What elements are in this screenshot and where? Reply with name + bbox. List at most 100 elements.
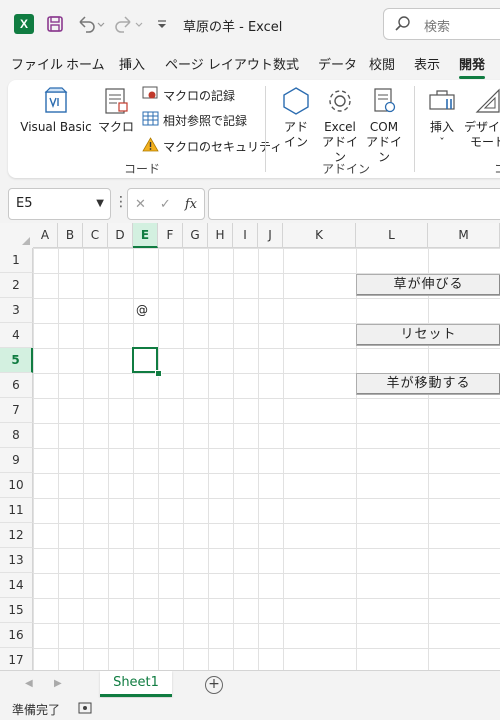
visual-basic-label: Visual Basic xyxy=(20,120,92,134)
row-header-4[interactable]: 4 xyxy=(0,323,33,348)
gear-icon xyxy=(318,86,362,116)
fill-handle[interactable] xyxy=(155,370,162,377)
column-header-e[interactable]: E xyxy=(133,223,158,248)
row-header-13[interactable]: 13 xyxy=(0,548,33,573)
addins-label-line2: イン xyxy=(283,135,308,149)
tab-file[interactable]: ファイル xyxy=(11,54,63,73)
com-addins-label-line1: COM xyxy=(369,120,399,134)
column-header-g[interactable]: G xyxy=(183,223,208,248)
tab-review[interactable]: 校閲 xyxy=(369,54,395,73)
tab-view[interactable]: 表示 xyxy=(414,54,440,73)
controls-group-label: コ xyxy=(494,160,500,177)
record-macro-button[interactable]: マクロの記録 xyxy=(142,86,235,104)
status-bar: 準備完了 xyxy=(0,698,500,720)
row-header-8[interactable]: 8 xyxy=(0,423,33,448)
column-header-f[interactable]: F xyxy=(158,223,183,248)
row-header-1[interactable]: 1 xyxy=(0,248,33,273)
reset-button[interactable]: リセット xyxy=(356,324,500,346)
sheet-tab-sheet1[interactable]: Sheet1 xyxy=(100,671,172,697)
enter-icon[interactable]: ✓ xyxy=(160,197,171,212)
column-header-d[interactable]: D xyxy=(108,223,133,248)
ribbon-tabs: ファイル ホーム 挿入 ページ レイアウト 数式 データ 校閲 表示 開発 xyxy=(0,50,500,79)
ribbon-separator xyxy=(265,86,266,172)
row-header-5[interactable]: 5 xyxy=(0,348,33,373)
column-header-m[interactable]: M xyxy=(428,223,500,248)
customize-quick-access-icon[interactable] xyxy=(156,12,168,36)
worksheet-grid[interactable]: ABCDEFGHIJKLM 1 2 3 4 5 6 7 8 9 10 11 12 13 14 15 16 17 … xyxy=(0,223,500,670)
column-header-c[interactable]: C xyxy=(83,223,108,248)
chevron-down-icon[interactable]: ▼ xyxy=(96,198,104,209)
row-header-3[interactable]: 3 xyxy=(0,298,33,323)
tab-insert[interactable]: 挿入 xyxy=(119,54,145,73)
row-header-7[interactable]: 7 xyxy=(0,398,33,423)
wide-column-cells[interactable] xyxy=(357,248,428,670)
column-header-k[interactable]: K xyxy=(283,223,356,248)
row-header-6[interactable]: 6 xyxy=(0,373,33,398)
insert-controls-button[interactable]: 挿入 ˇ xyxy=(426,86,458,150)
tab-developer[interactable]: 開発 xyxy=(459,54,486,79)
addins-button[interactable]: アド イン xyxy=(280,86,312,150)
column-header-h[interactable]: H xyxy=(208,223,233,248)
undo-icon[interactable] xyxy=(76,12,106,36)
insert-controls-label: 挿入 xyxy=(429,120,454,134)
column-header-i[interactable]: I xyxy=(233,223,258,248)
visual-basic-button[interactable]: Visual Basic xyxy=(20,86,92,135)
row-header-17[interactable]: 17 xyxy=(0,648,33,670)
more-options-icon[interactable]: ⋮ xyxy=(114,194,128,210)
row-header-15[interactable]: 15 xyxy=(0,598,33,623)
grow-grass-button[interactable]: 草が伸びる xyxy=(356,274,500,296)
wide-column-cells[interactable] xyxy=(429,248,500,670)
row-header-16[interactable]: 16 xyxy=(0,623,33,648)
insert-function-icon[interactable]: fx xyxy=(185,197,197,212)
wide-column-cells[interactable] xyxy=(284,248,356,670)
title-bar: X 草原の羊 - Excel 検索 xyxy=(0,0,500,48)
column-header-j[interactable]: J xyxy=(258,223,283,248)
use-relative-references-button[interactable]: 相対参照で記録 xyxy=(142,111,247,129)
excel-addins-button[interactable]: Excel アドイン xyxy=(318,86,362,165)
column-line xyxy=(283,248,284,670)
macros-icon xyxy=(96,86,136,116)
relative-references-label: 相対参照で記録 xyxy=(163,113,248,128)
formula-input[interactable] xyxy=(208,188,500,220)
formula-tools: ✕ ✓ fx xyxy=(127,188,205,220)
tab-data[interactable]: データ xyxy=(318,54,357,73)
design-mode-icon xyxy=(464,86,500,116)
row-header-12[interactable]: 12 xyxy=(0,523,33,548)
row-header-2[interactable]: 2 xyxy=(0,273,33,298)
name-box-value: E5 xyxy=(16,196,33,211)
design-mode-label-line2: モード xyxy=(469,135,500,149)
add-sheet-icon[interactable]: + xyxy=(205,676,223,694)
excel-logo-icon: X xyxy=(14,14,34,34)
macro-security-button[interactable]: マクロのセキュリティ xyxy=(142,137,282,155)
tab-page-layout[interactable]: ページ レイアウト xyxy=(165,54,273,73)
tab-home[interactable]: ホーム xyxy=(66,54,105,73)
warning-icon xyxy=(142,137,159,155)
save-icon[interactable] xyxy=(46,12,64,36)
row-header-9[interactable]: 9 xyxy=(0,448,33,473)
cancel-icon[interactable]: ✕ xyxy=(135,197,146,212)
select-all-button[interactable] xyxy=(0,223,34,249)
status-ready: 準備完了 xyxy=(12,703,61,717)
cell-e3[interactable]: @ xyxy=(136,303,148,317)
scroll-left-icon[interactable]: ◀ xyxy=(25,678,33,689)
column-header-a[interactable]: A xyxy=(33,223,58,248)
macros-button[interactable]: マクロ xyxy=(96,86,136,135)
accessibility-icon[interactable] xyxy=(78,702,92,718)
macros-label: マクロ xyxy=(97,120,134,134)
tab-formulas[interactable]: 数式 xyxy=(273,54,299,73)
row-header-14[interactable]: 14 xyxy=(0,573,33,598)
sheet-tab-bar: ◀ ▶ Sheet1 + xyxy=(0,670,500,699)
com-addins-button[interactable]: COM アドイン xyxy=(363,86,405,165)
column-header-b[interactable]: B xyxy=(58,223,83,248)
redo-icon[interactable] xyxy=(114,12,144,36)
scroll-right-icon[interactable]: ▶ xyxy=(54,678,62,689)
column-header-l[interactable]: L xyxy=(356,223,428,248)
row-header-10[interactable]: 10 xyxy=(0,473,33,498)
ribbon-separator xyxy=(414,86,415,172)
row-header-11[interactable]: 11 xyxy=(0,498,33,523)
search-box[interactable]: 検索 xyxy=(383,8,500,40)
record-macro-icon xyxy=(142,86,159,104)
name-box[interactable]: E5 ▼ xyxy=(8,188,111,220)
move-sheep-button[interactable]: 羊が移動する xyxy=(356,373,500,395)
design-mode-button[interactable]: デザイン モード xyxy=(464,86,500,150)
